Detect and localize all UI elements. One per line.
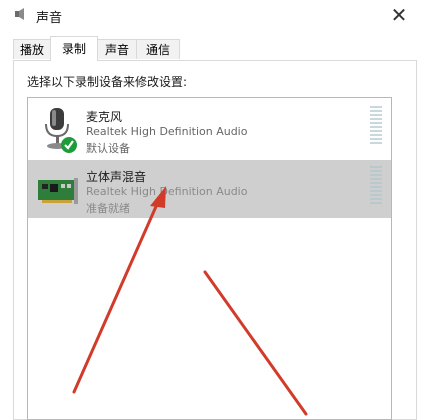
close-button[interactable]: ✕ — [388, 4, 410, 26]
instruction-text: 选择以下录制设备来修改设置: — [27, 75, 188, 89]
tab-recording[interactable]: 录制 — [50, 36, 98, 61]
tab-playback[interactable]: 播放 — [13, 39, 51, 59]
device-driver: Realtek High Definition Audio — [86, 125, 248, 138]
device-name: 麦克风 — [86, 110, 123, 124]
sound-card-icon — [38, 178, 78, 204]
sound-dialog: 声音 ✕ 播放 录制 声音 通信 选择以下录制设备来修改设置: 麦克风 Real… — [0, 0, 424, 420]
device-microphone[interactable]: 麦克风 Realtek High Definition Audio 默认设备 — [28, 100, 391, 158]
speaker-icon — [15, 8, 24, 20]
close-icon: ✕ — [390, 3, 408, 27]
level-meter — [370, 166, 382, 206]
default-check-icon — [61, 137, 77, 153]
microphone-icon — [45, 108, 77, 153]
device-name: 立体声混音 — [86, 170, 147, 184]
device-driver: Realtek High Definition Audio — [86, 185, 248, 198]
device-status: 默认设备 — [86, 142, 130, 155]
tab-communications[interactable]: 通信 — [136, 39, 180, 59]
level-meter — [370, 106, 382, 146]
title-bar: 声音 ✕ — [0, 0, 424, 30]
window-title: 声音 — [36, 11, 63, 26]
tab-sounds[interactable]: 声音 — [97, 39, 137, 59]
device-stereo-mix[interactable]: 立体声混音 Realtek High Definition Audio 准备就绪 — [28, 160, 391, 218]
device-status: 准备就绪 — [86, 202, 130, 215]
device-list[interactable]: 麦克风 Realtek High Definition Audio 默认设备 立… — [27, 97, 392, 420]
tab-strip: 播放 录制 声音 通信 — [13, 36, 413, 61]
